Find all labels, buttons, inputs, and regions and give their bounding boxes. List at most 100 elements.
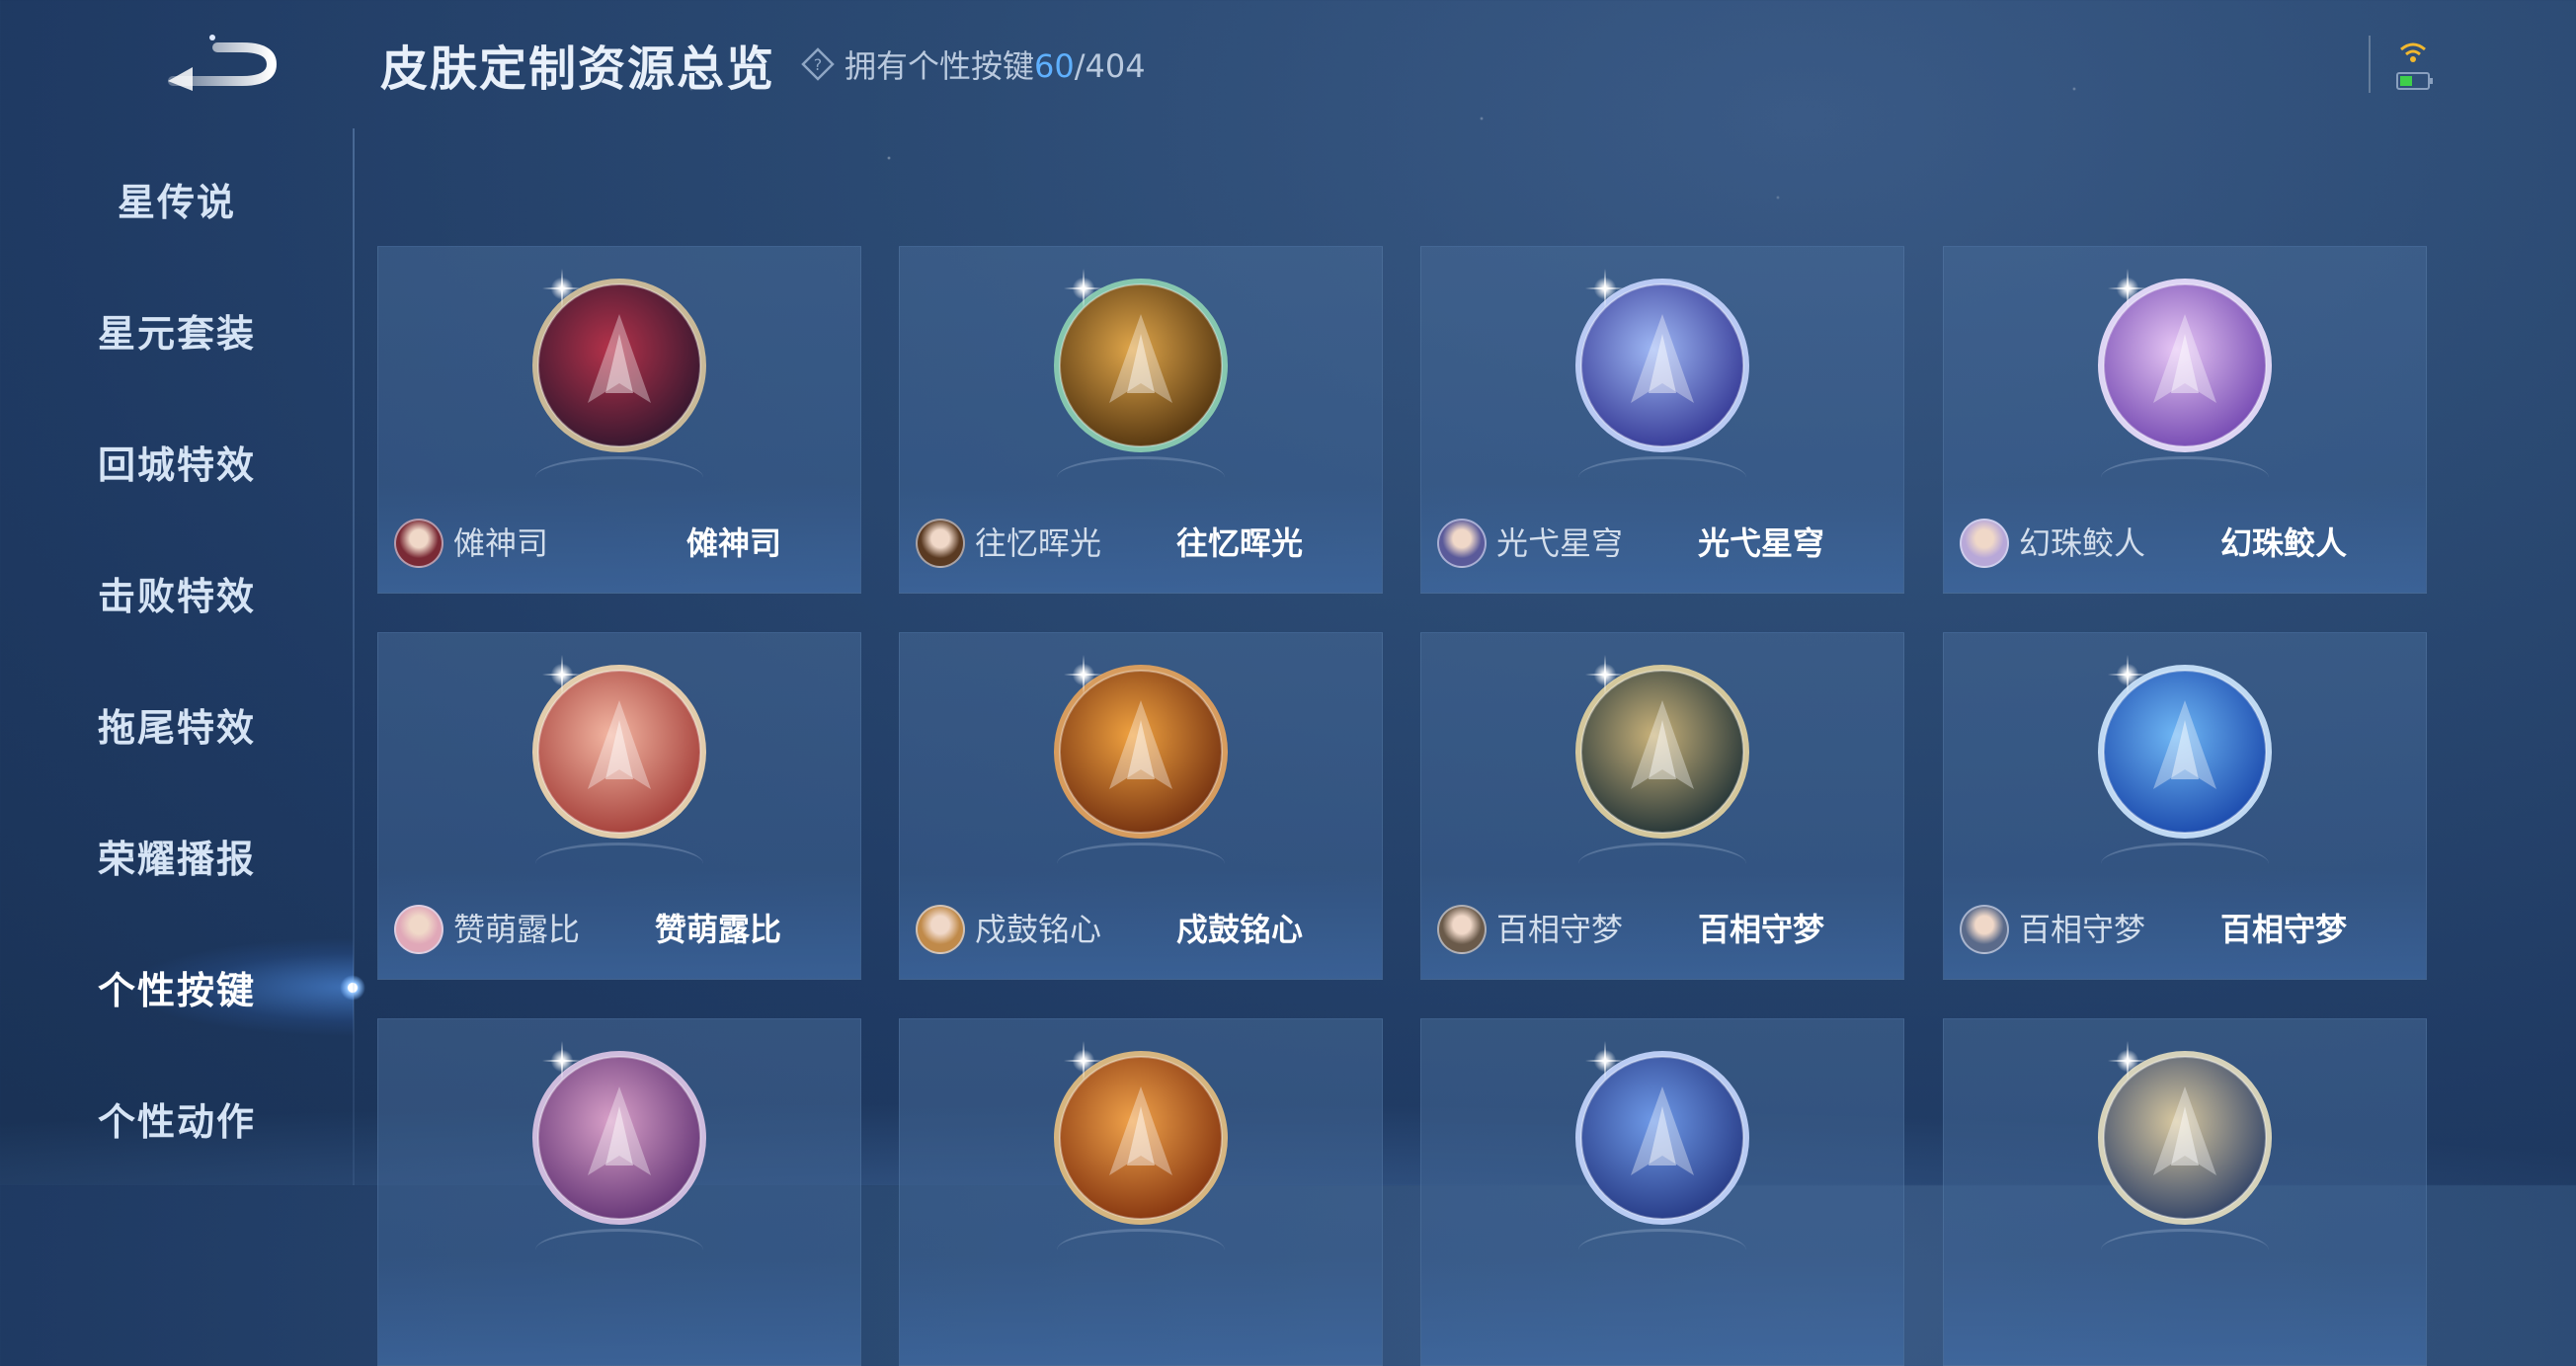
skin-name: 光弋星穹 — [1697, 524, 1824, 562]
sidebar-item-label: 星元套装 — [97, 312, 256, 356]
card-shade — [900, 1256, 1382, 1365]
emblem-reflection — [535, 1229, 703, 1271]
skin-name: 往忆晖光 — [1175, 524, 1303, 562]
skin-name: 傩神司 — [685, 524, 781, 562]
emblem-reflection — [2101, 1229, 2269, 1271]
skin-name: 百相守梦 — [1697, 911, 1824, 948]
svg-text:?: ? — [814, 55, 823, 74]
card-shade — [1944, 484, 2426, 593]
sidebar-item-label: 拖尾特效 — [97, 706, 256, 750]
skin-card[interactable]: 百相守梦 百相守梦 — [1943, 632, 2427, 980]
skin-card[interactable]: 傩神司 傩神司 — [377, 246, 861, 594]
skin-card[interactable]: 往忆晖光 往忆晖光 — [899, 246, 1383, 594]
sidebar-item-kill-effect[interactable]: 击败特效 — [0, 527, 354, 659]
card-shade — [900, 484, 1382, 593]
sidebar-item-star-suit[interactable]: 星元套装 — [0, 265, 354, 396]
sidebar-divider — [353, 128, 355, 1185]
hero-avatar — [1437, 519, 1487, 568]
hero-avatar — [1960, 519, 2009, 568]
hero-avatar — [1437, 905, 1487, 954]
skin-card[interactable] — [1943, 1018, 2427, 1366]
hero-avatar — [394, 905, 443, 954]
card-shade — [1421, 1256, 1903, 1365]
card-shade — [1944, 870, 2426, 979]
emblem-reflection — [1057, 456, 1225, 499]
sparkle-icon — [1064, 1041, 1103, 1081]
sparkle-icon — [542, 655, 582, 694]
sidebar-item-glory-broadcast[interactable]: 荣耀播报 — [0, 790, 354, 922]
emblem-reflection — [1578, 1229, 1746, 1271]
skin-name: 戍鼓铭心 — [1175, 911, 1303, 948]
skin-card[interactable]: 赞萌露比 赞萌露比 — [377, 632, 861, 980]
skin-card[interactable] — [899, 1018, 1383, 1366]
page-title: 皮肤定制资源总览 — [380, 41, 776, 97]
card-shade — [378, 484, 860, 593]
hero-avatar — [916, 519, 965, 568]
skin-card[interactable] — [1420, 1018, 1904, 1366]
sidebar-item-label: 击败特效 — [97, 575, 256, 618]
hero-name: 傩神司 — [453, 524, 549, 562]
skin-card[interactable]: 幻珠鲛人 幻珠鲛人 — [1943, 246, 2427, 594]
skin-name: 赞萌露比 — [654, 911, 781, 948]
skin-card[interactable]: 百相守梦 百相守梦 — [1420, 632, 1904, 980]
sidebar-item-label: 回城特效 — [97, 443, 256, 487]
sidebar-nav: 星传说 星元套装 回城特效 击败特效 拖尾特效 荣耀播报 个性按键 个性动作 — [0, 133, 365, 1184]
hero-name: 赞萌露比 — [453, 911, 581, 948]
wifi-icon — [2400, 42, 2426, 62]
header: 皮肤定制资源总览 ? 拥有个性按键60/404 — [380, 30, 1146, 99]
emblem-reflection — [1057, 1229, 1225, 1271]
owned-label: 拥有个性按键 — [845, 47, 1035, 85]
hero-name: 戍鼓铭心 — [975, 911, 1102, 948]
skin-card[interactable]: 光弋星穹 光弋星穹 — [1420, 246, 1904, 594]
skin-name: 百相守梦 — [2219, 911, 2347, 948]
sparkle-icon — [1064, 269, 1103, 308]
sidebar-item-custom-button[interactable]: 个性按键 — [0, 922, 365, 1053]
hero-avatar — [1960, 905, 2009, 954]
emblem-reflection — [1578, 456, 1746, 499]
sidebar-item-label: 个性按键 — [97, 969, 256, 1012]
card-shade — [1421, 484, 1903, 593]
sidebar-item-label: 星传说 — [117, 181, 236, 224]
sparkle-icon — [1585, 1041, 1625, 1081]
hero-name: 光弋星穹 — [1496, 524, 1624, 562]
sidebar: 星传说 星元套装 回城特效 击败特效 拖尾特效 荣耀播报 个性按键 个性动作 — [0, 0, 365, 1185]
emblem-reflection — [2101, 843, 2269, 885]
card-shade — [1421, 870, 1903, 979]
card-shade — [900, 870, 1382, 979]
sidebar-item-recall-effect[interactable]: 回城特效 — [0, 396, 354, 527]
battery-icon — [2396, 72, 2433, 90]
sparkle-icon — [2108, 655, 2147, 694]
hero-name: 幻珠鲛人 — [2019, 524, 2146, 562]
back-arrow-icon — [168, 35, 278, 91]
sidebar-item-label: 个性动作 — [97, 1100, 256, 1144]
hero-name: 百相守梦 — [2019, 911, 2146, 948]
hero-name: 往忆晖光 — [975, 524, 1102, 562]
owned-count: 60 — [1034, 47, 1075, 85]
skin-card[interactable]: 戍鼓铭心 戍鼓铭心 — [899, 632, 1383, 980]
hero-avatar — [916, 905, 965, 954]
skin-card[interactable] — [377, 1018, 861, 1366]
emblem-reflection — [535, 456, 703, 499]
back-button[interactable] — [163, 30, 282, 99]
emblem-reflection — [1057, 843, 1225, 885]
card-shade — [378, 1256, 860, 1365]
owned-counter: 拥有个性按键60/404 — [845, 41, 1146, 87]
sparkle-icon — [2108, 1041, 2147, 1081]
sparkle-icon — [2108, 269, 2147, 308]
question-diamond-icon[interactable]: ? — [801, 47, 835, 81]
emblem-reflection — [2101, 456, 2269, 499]
sidebar-item-trail-effect[interactable]: 拖尾特效 — [0, 659, 354, 790]
sidebar-item-star-legend[interactable]: 星传说 — [0, 133, 354, 265]
hero-avatar — [394, 519, 443, 568]
skin-name: 幻珠鲛人 — [2219, 524, 2347, 562]
card-shade — [378, 870, 860, 979]
card-shade — [1944, 1256, 2426, 1365]
sparkle-icon — [1585, 655, 1625, 694]
status-area — [2369, 30, 2467, 99]
hero-name: 百相守梦 — [1496, 911, 1624, 948]
sparkle-icon — [1585, 269, 1625, 308]
sidebar-item-custom-action[interactable]: 个性动作 — [0, 1053, 354, 1184]
owned-total: /404 — [1074, 47, 1146, 85]
emblem-reflection — [1578, 843, 1746, 885]
sparkle-icon — [542, 1041, 582, 1081]
